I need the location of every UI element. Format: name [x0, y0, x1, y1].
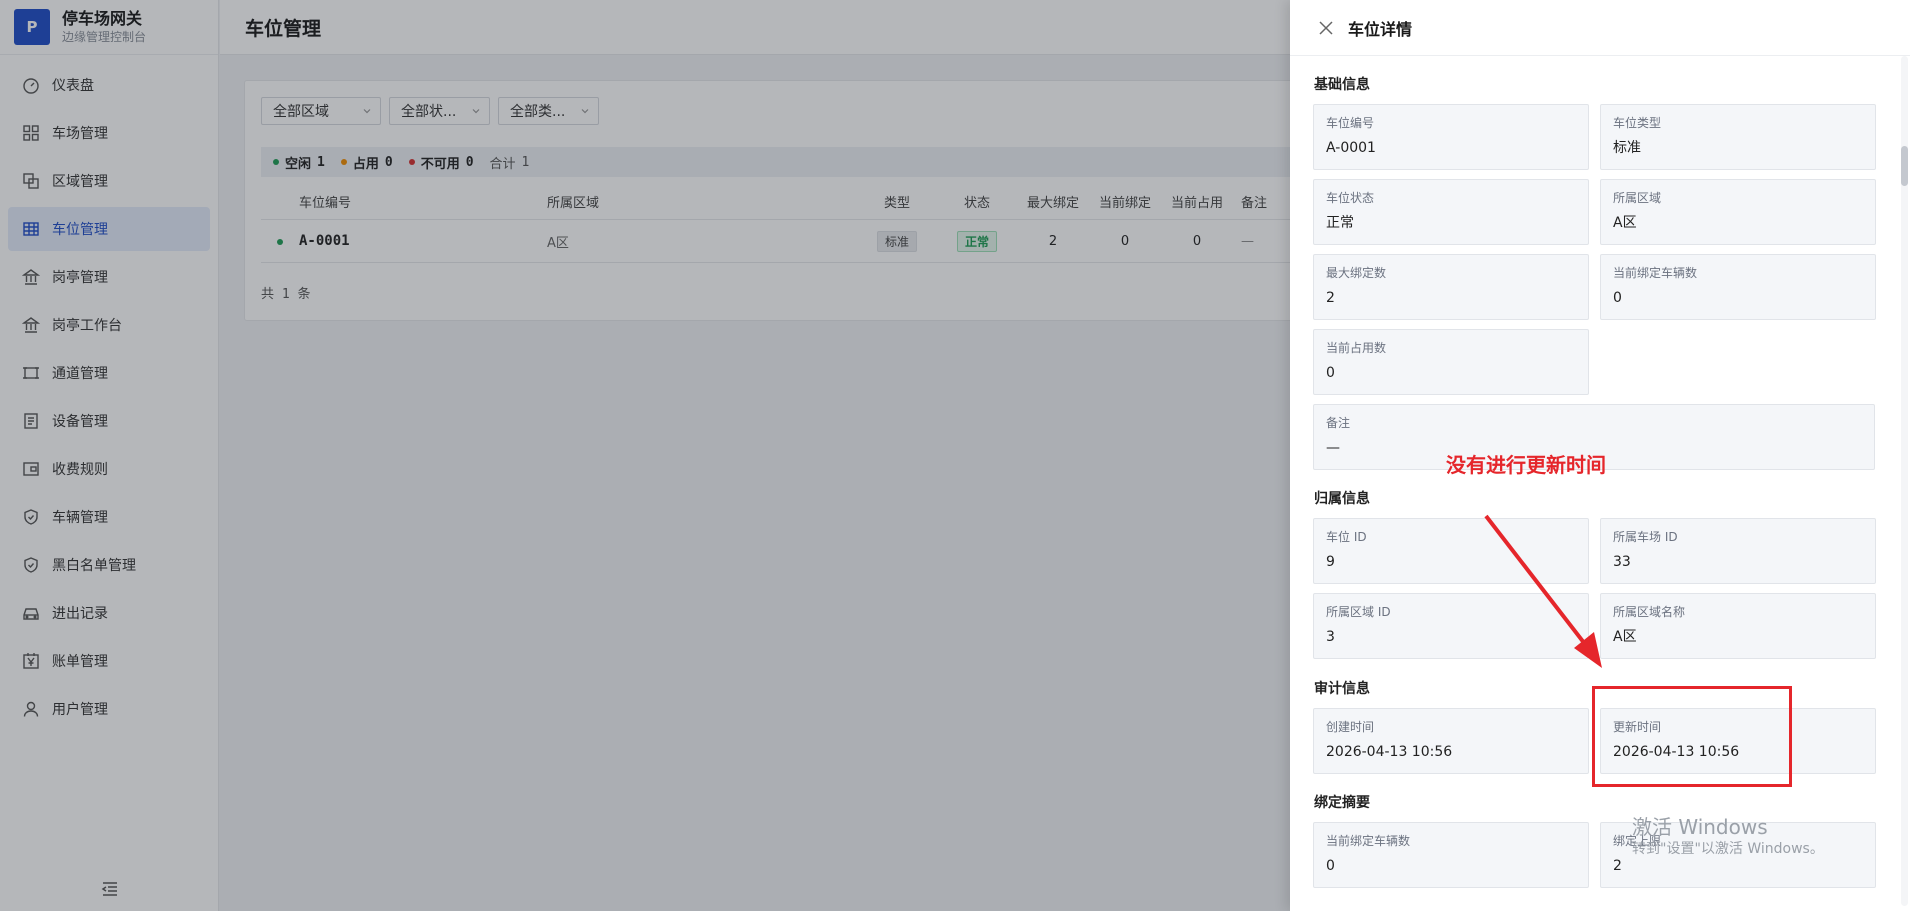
- field-zone: 所属区域 A区: [1600, 179, 1876, 245]
- field-label: 所属车场 ID: [1613, 530, 1678, 544]
- drawer-scrollbar[interactable]: [1901, 56, 1908, 906]
- section-audit-title: 审计信息: [1314, 681, 1370, 697]
- field-label: 创建时间: [1326, 720, 1375, 734]
- field-label: 当前绑定车辆数: [1613, 266, 1698, 280]
- watermark-subtitle: 转到"设置"以激活 Windows。: [1632, 841, 1824, 857]
- field-label: 所属区域名称: [1613, 605, 1686, 619]
- field-current-occupied: 当前占用数 0: [1313, 329, 1589, 395]
- section-binding-title: 绑定摘要: [1314, 795, 1370, 811]
- field-created-time: 创建时间 2026-04-13 10:56: [1313, 708, 1589, 774]
- field-value: 标准: [1613, 140, 1641, 156]
- field-label: 车位状态: [1326, 191, 1375, 205]
- field-lot-id: 所属车场 ID 33: [1600, 518, 1876, 584]
- drawer-header: 车位详情: [1290, 0, 1910, 56]
- field-max-binding: 最大绑定数 2: [1313, 254, 1589, 320]
- field-value: 0: [1613, 290, 1622, 306]
- field-spot-type: 车位类型 标准: [1600, 104, 1876, 170]
- watermark-title: 激活 Windows: [1632, 815, 1768, 839]
- modal-overlay[interactable]: [0, 0, 1290, 911]
- field-value: A区: [1613, 629, 1637, 645]
- field-value: 正常: [1326, 215, 1354, 231]
- field-label: 当前绑定车辆数: [1326, 834, 1411, 848]
- field-label: 最大绑定数: [1326, 266, 1387, 280]
- section-owner-title: 归属信息: [1314, 491, 1370, 507]
- field-current-binding: 当前绑定车辆数 0: [1600, 254, 1876, 320]
- drawer-title: 车位详情: [1348, 19, 1413, 39]
- field-value: 33: [1613, 554, 1631, 570]
- drawer-scrollbar-thumb[interactable]: [1901, 146, 1908, 186]
- field-value: 2: [1613, 858, 1622, 874]
- field-spot-status: 车位状态 正常: [1313, 179, 1589, 245]
- annotation-highlight-box: [1592, 686, 1792, 787]
- annotation-arrow-icon: [1484, 514, 1602, 668]
- field-binding-current: 当前绑定车辆数 0: [1313, 822, 1589, 888]
- field-label: 备注: [1326, 416, 1351, 430]
- field-label: 当前占用数: [1326, 341, 1387, 355]
- field-value: 0: [1326, 365, 1335, 381]
- annotation-text: 没有进行更新时间: [1446, 453, 1606, 477]
- field-value: 0: [1326, 858, 1335, 874]
- field-zone-name: 所属区域名称 A区: [1600, 593, 1876, 659]
- field-value: 2026-04-13 10:56: [1326, 744, 1453, 760]
- field-value: 2: [1326, 290, 1335, 306]
- field-spot-code: 车位编号 A-0001: [1313, 104, 1589, 170]
- close-icon[interactable]: [1318, 20, 1334, 36]
- field-value: A区: [1613, 215, 1637, 231]
- windows-activation-watermark: 激活 Windows 转到"设置"以激活 Windows。: [1632, 814, 1824, 858]
- field-label: 车位类型: [1613, 116, 1662, 130]
- field-value: A-0001: [1326, 140, 1376, 156]
- field-label: 所属区域: [1613, 191, 1662, 205]
- field-label: 车位编号: [1326, 116, 1375, 130]
- section-basic-title: 基础信息: [1314, 77, 1370, 93]
